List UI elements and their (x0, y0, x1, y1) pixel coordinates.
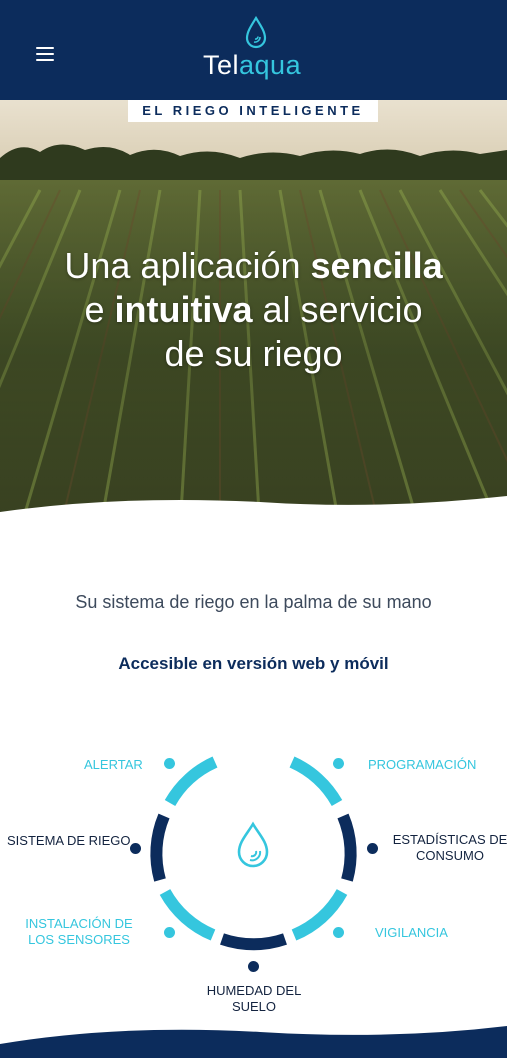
footer-wave (0, 1026, 507, 1058)
dot-alertar (164, 758, 175, 769)
feature-vigilancia: VIGILANCIA (375, 925, 448, 940)
feature-instalacion: INSTALACIÓN DE LOS SENSORES (25, 916, 133, 947)
ring-arc-alertar (164, 756, 218, 807)
feature-programacion: PROGRAMACIÓN (368, 757, 477, 772)
ring-arc-sistema (150, 813, 170, 882)
telaqua-logo[interactable]: Telaqua (203, 16, 313, 86)
dot-sistema (130, 843, 141, 854)
logo-wordmark: Telaqua (203, 50, 302, 80)
section-subtitle: Su sistema de riego en la palma de su ma… (75, 592, 432, 612)
feature-estadisticas: ESTADÍSTICAS DE CONSUMO (392, 832, 507, 863)
water-drop-logo-icon (245, 16, 267, 49)
dot-programacion (333, 758, 344, 769)
hero-title: Una aplicación sencilla e intuitiva al s… (64, 245, 443, 374)
dot-humedad (248, 961, 259, 972)
ring-arc-estadisticas (337, 813, 357, 882)
feature-humedad: HUMEDAD DEL SUELO (206, 983, 302, 1014)
center-drop-icon (237, 821, 269, 868)
accessible-heading: Accesible en versión web y móvil (118, 654, 389, 673)
hero-tagline-band: EL RIEGO INTELIGENTE (128, 100, 378, 122)
hamburger-menu-icon[interactable] (36, 47, 54, 61)
ring-arc-programacion (289, 756, 343, 807)
dot-instalacion (164, 927, 175, 938)
feature-alertar: ALERTAR (84, 757, 143, 772)
dot-estadisticas (367, 843, 378, 854)
ring-arc-humedad (220, 933, 287, 951)
dot-vigilancia (333, 927, 344, 938)
feature-sistema-de-riego: SISTEMA DE RIEGO (7, 833, 131, 848)
hero-tagline: EL RIEGO INTELIGENTE (142, 103, 364, 118)
site-header: Telaqua (0, 0, 507, 100)
